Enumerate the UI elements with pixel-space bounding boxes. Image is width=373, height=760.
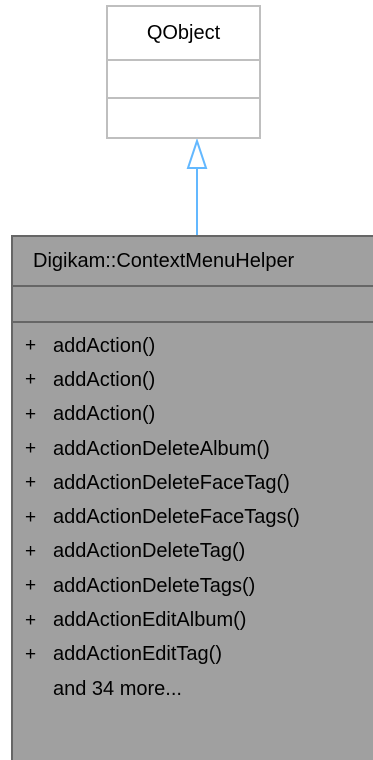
method-row: + addActionDeleteFaceTag()	[13, 466, 373, 500]
method-name: addAction()	[53, 334, 156, 357]
parent-class-methods	[108, 99, 259, 137]
more-methods-link[interactable]: and 34 more...	[13, 672, 373, 706]
method-row: + addActionDeleteTag()	[13, 535, 373, 569]
method-row: + addAction()	[13, 363, 373, 397]
visibility-marker: +	[25, 575, 37, 597]
parent-class-attributes	[108, 61, 259, 99]
visibility-marker: +	[25, 540, 37, 562]
method-name: addActionDeleteAlbum()	[53, 437, 270, 460]
method-name: addActionDeleteTag()	[53, 540, 246, 563]
class-attributes	[13, 287, 373, 323]
method-row: + addAction()	[13, 398, 373, 432]
method-row: + addActionDeleteAlbum()	[13, 432, 373, 466]
method-row: + addAction()	[13, 329, 373, 363]
method-row: + addActionDeleteTags()	[13, 569, 373, 603]
inheritance-arrow	[186, 139, 208, 235]
method-name: addActionDeleteFaceTags()	[53, 506, 300, 529]
visibility-marker: +	[25, 472, 37, 494]
inheritance-arrowhead	[186, 139, 208, 169]
visibility-marker: +	[25, 438, 37, 460]
class-box[interactable]: Digikam::ContextMenuHelper + addAction()…	[11, 235, 373, 760]
visibility-marker: +	[25, 403, 37, 425]
class-name: Digikam::ContextMenuHelper	[13, 237, 373, 287]
parent-class-box[interactable]: QObject	[106, 5, 261, 139]
method-name: addAction()	[53, 368, 156, 391]
method-name: addActionEditTag()	[53, 643, 222, 666]
visibility-marker: +	[25, 369, 37, 391]
visibility-marker: +	[25, 609, 37, 631]
method-list: + addAction() + addAction() + addAction(…	[13, 323, 373, 706]
visibility-marker: +	[25, 335, 37, 357]
method-row: + addActionEditAlbum()	[13, 603, 373, 637]
method-row: + addActionDeleteFaceTags()	[13, 500, 373, 534]
parent-class-name: QObject	[108, 7, 259, 61]
method-name: addActionEditAlbum()	[53, 609, 247, 632]
visibility-marker: +	[25, 643, 37, 665]
more-methods-label: and 34 more...	[53, 677, 182, 700]
method-name: addActionDeleteFaceTag()	[53, 471, 290, 494]
method-name: addActionDeleteTags()	[53, 574, 256, 597]
method-name: addAction()	[53, 403, 156, 426]
method-row: + addActionEditTag()	[13, 638, 373, 672]
visibility-marker: +	[25, 506, 37, 528]
